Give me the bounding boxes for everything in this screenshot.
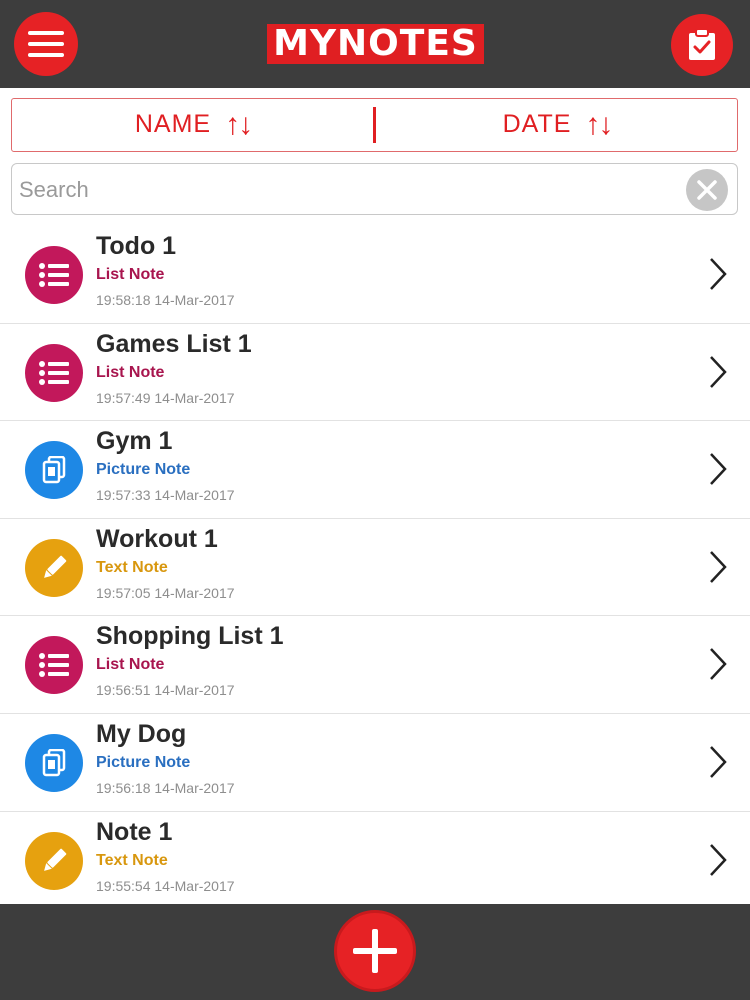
sort-by-name-button[interactable]: NAME ↑↓ xyxy=(12,99,374,150)
chevron-right-icon xyxy=(710,843,727,876)
list-item[interactable]: Todo 1 List Note 19:58:18 14-Mar-2017 xyxy=(0,226,750,324)
picture-icon xyxy=(42,748,66,777)
note-timestamp: 19:56:18 14-Mar-2017 xyxy=(96,779,235,796)
chevron-right-icon xyxy=(710,453,727,486)
app-logo: MYNOTES xyxy=(267,24,484,64)
note-type-label: Picture Note xyxy=(96,461,191,479)
note-timestamp: 19:57:49 14-Mar-2017 xyxy=(96,389,235,406)
pencil-icon xyxy=(44,555,67,578)
top-bar: MYNOTES xyxy=(0,0,750,88)
list-item[interactable]: Gym 1 Picture Note 19:57:33 14-Mar-2017 xyxy=(0,421,750,519)
list-item[interactable]: Shopping List 1 List Note 19:56:51 14-Mar-… xyxy=(0,616,750,714)
list-icon xyxy=(39,263,69,287)
sort-arrows-icon: ↑↓ xyxy=(225,107,253,141)
search-input[interactable] xyxy=(19,172,679,208)
open-note-chevron[interactable] xyxy=(703,840,733,880)
note-type-icon xyxy=(25,343,83,402)
note-title: Gym 1 xyxy=(96,427,173,456)
note-type-icon xyxy=(25,246,83,304)
list-item[interactable]: Note 1 Text Note 19:55:54 14-Mar-2017 xyxy=(0,812,750,910)
sort-name-label: NAME xyxy=(134,110,212,138)
note-list: Todo 1 List Note 19:58:18 14-Mar-2017 Game… xyxy=(0,226,750,910)
note-timestamp: 19:55:54 14-Mar-2017 xyxy=(96,877,235,894)
list-item[interactable]: My Dog Picture Note 19:56:18 14-Mar-2017 xyxy=(0,714,750,812)
search-box xyxy=(11,163,738,215)
list-icon xyxy=(39,653,69,678)
note-title: Workout 1 xyxy=(96,524,218,553)
note-type-icon xyxy=(25,831,83,890)
chevron-right-icon xyxy=(710,355,727,388)
open-note-chevron[interactable] xyxy=(703,742,733,782)
pencil-icon xyxy=(44,848,67,871)
open-note-chevron[interactable] xyxy=(703,352,733,392)
note-type-icon xyxy=(25,636,83,695)
open-note-chevron[interactable] xyxy=(703,547,733,587)
note-timestamp: 19:58:18 14-Mar-2017 xyxy=(96,292,235,308)
note-timestamp: 19:56:51 14-Mar-2017 xyxy=(96,682,235,699)
note-title: Todo 1 xyxy=(96,232,177,260)
note-timestamp: 19:57:33 14-Mar-2017 xyxy=(96,487,235,504)
note-type-icon xyxy=(25,538,83,597)
menu-button[interactable] xyxy=(14,12,78,76)
open-note-chevron[interactable] xyxy=(703,254,733,294)
note-type-icon xyxy=(25,441,83,500)
note-type-label: Text Note xyxy=(96,851,168,869)
note-type-label: Text Note xyxy=(96,558,168,576)
note-title: Shopping List 1 xyxy=(96,622,284,651)
clipboard-button[interactable] xyxy=(671,14,733,76)
chevron-right-icon xyxy=(710,550,727,583)
chevron-right-icon xyxy=(710,258,727,290)
clipboard-check-icon xyxy=(689,29,715,60)
note-title: My Dog xyxy=(96,719,187,748)
note-type-label: Picture Note xyxy=(96,753,191,771)
open-note-chevron[interactable] xyxy=(703,644,733,684)
plus-icon xyxy=(353,929,397,973)
note-type-icon xyxy=(25,733,83,792)
clear-search-button[interactable] xyxy=(686,169,728,211)
hamburger-menu-icon xyxy=(28,31,64,57)
list-item[interactable]: Workout 1 Text Note 19:57:05 14-Mar-2017 xyxy=(0,519,750,617)
chevron-right-icon xyxy=(710,648,727,681)
sort-by-date-button[interactable]: DATE ↑↓ xyxy=(376,99,738,150)
picture-icon xyxy=(42,456,66,484)
sort-bar: NAME ↑↓ DATE ↑↓ xyxy=(11,98,738,152)
chevron-right-icon xyxy=(710,746,727,778)
note-type-label: List Note xyxy=(96,656,165,674)
note-type-label: List Note xyxy=(96,266,165,283)
note-title: Games List 1 xyxy=(96,329,252,358)
sort-date-label: DATE xyxy=(502,110,572,138)
note-title: Note 1 xyxy=(96,817,173,846)
add-note-button[interactable] xyxy=(334,910,416,992)
list-icon xyxy=(39,360,69,385)
sort-arrows-icon: ↑↓ xyxy=(585,107,613,141)
note-timestamp: 19:57:05 14-Mar-2017 xyxy=(96,584,235,601)
open-note-chevron[interactable] xyxy=(703,449,733,489)
close-icon xyxy=(697,180,717,200)
note-type-label: List Note xyxy=(96,363,165,381)
list-item[interactable]: Games List 1 List Note 19:57:49 14-Mar-201… xyxy=(0,324,750,422)
